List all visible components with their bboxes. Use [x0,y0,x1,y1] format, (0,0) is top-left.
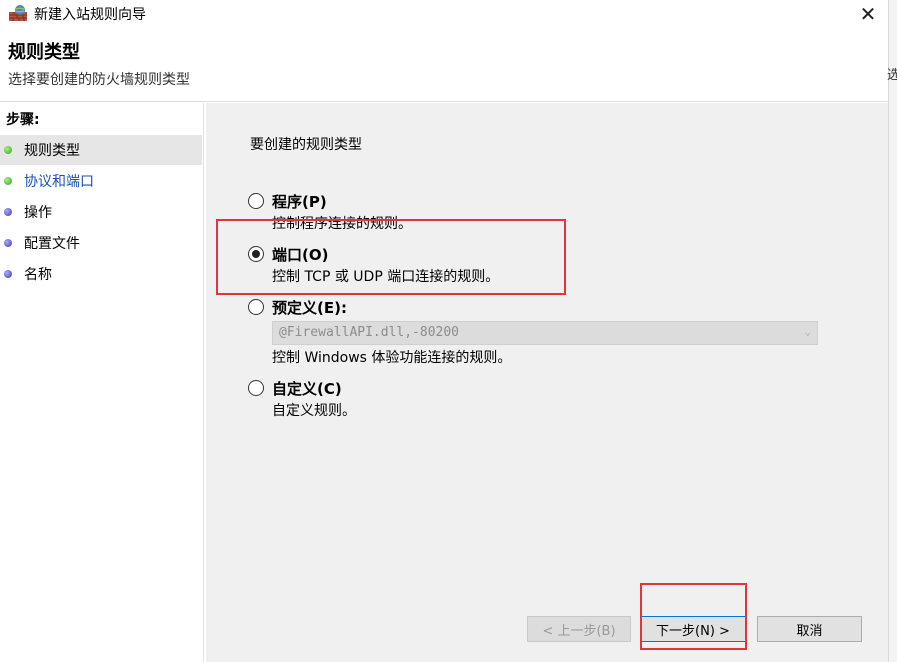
step-status-icon [4,146,12,154]
step-rule-type[interactable]: 规则类型 [0,135,202,165]
back-button[interactable]: < 上一步(B) [527,616,631,642]
close-button[interactable]: ✕ [852,0,884,28]
cancel-button[interactable]: 取消 [757,616,862,642]
port-radio[interactable] [248,246,264,262]
program-radio[interactable] [248,193,264,209]
option-label: 端口(O) [272,246,329,264]
step-protocol-port[interactable]: 协议和端口 [0,166,202,196]
wizard-window: 新建入站规则向导 ✕ 规则类型 选择要创建的防火墙规则类型 步骤: 规则类型 协… [0,0,888,662]
custom-radio[interactable] [248,380,264,396]
page-header: 规则类型 选择要创建的防火墙规则类型 [0,28,888,102]
step-action: 操作 [0,197,202,227]
background-window-edge: 选 [887,0,897,662]
steps-label: 步骤: [6,112,40,128]
option-label: 自定义(C) [272,380,342,398]
option-label: 预定义(E): [272,299,347,317]
combobox-value: @FirewallAPI.dll,-80200 [279,325,460,340]
page-subtitle: 选择要创建的防火墙规则类型 [8,72,190,88]
steps-panel: 步骤: 规则类型 协议和端口 操作 配置文件 名称 [0,103,204,662]
predefined-desc: 控制 Windows 体验功能连接的规则。 [272,350,512,366]
rule-type-prompt: 要创建的规则类型 [250,137,362,153]
step-name: 名称 [0,259,202,289]
step-label: 操作 [24,205,52,221]
close-icon: ✕ [859,2,877,26]
step-label: 配置文件 [24,236,80,252]
step-label: 协议和端口 [24,174,94,190]
step-profile: 配置文件 [0,228,202,258]
option-desc: 自定义规则。 [272,403,356,419]
option-desc: 控制 TCP 或 UDP 端口连接的规则。 [272,269,500,285]
step-status-icon [4,239,12,247]
step-status-icon [4,177,12,185]
option-label: 程序(P) [272,193,327,211]
step-label: 规则类型 [24,143,80,159]
page-title: 规则类型 [8,42,80,63]
step-status-icon [4,270,12,278]
predefined-radio[interactable] [248,299,264,315]
step-status-icon [4,208,12,216]
edge-text: 选 [887,68,897,83]
predefined-combobox[interactable]: @FirewallAPI.dll,-80200 ⌄ [272,321,818,345]
content-panel: 要创建的规则类型 程序(P) 控制程序连接的规则。 端口(O) 控制 TCP 或… [206,103,888,662]
firewall-wall-icon [8,4,28,22]
window-title: 新建入站规则向导 [34,7,146,23]
title-bar[interactable]: 新建入站规则向导 ✕ [0,0,888,28]
chevron-down-icon: ⌄ [804,325,811,338]
next-button[interactable]: 下一步(N) > [640,616,746,642]
option-desc: 控制程序连接的规则。 [272,216,412,232]
step-label: 名称 [24,267,52,283]
